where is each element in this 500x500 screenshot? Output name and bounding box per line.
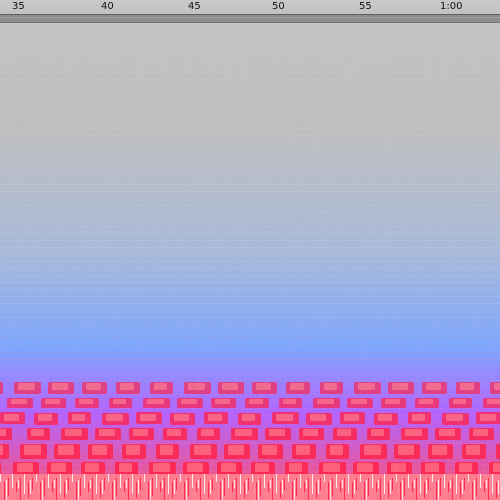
timeline-track[interactable] bbox=[0, 14, 500, 22]
spectrogram-grain-overlay bbox=[0, 23, 500, 500]
time-label-1-00: 1:00 bbox=[440, 1, 463, 12]
timeline-ruler[interactable]: 35 40 45 50 55 1:00 bbox=[0, 0, 500, 23]
spectrogram-canvas[interactable] bbox=[0, 23, 500, 500]
audio-editor-view: 35 40 45 50 55 1:00 bbox=[0, 0, 500, 500]
time-label-40: 40 bbox=[101, 1, 114, 12]
time-label-50: 50 bbox=[272, 1, 285, 12]
time-label-55: 55 bbox=[359, 1, 372, 12]
time-label-45: 45 bbox=[188, 1, 201, 12]
time-label-35: 35 bbox=[12, 1, 25, 12]
spectrogram-svg bbox=[0, 23, 500, 500]
